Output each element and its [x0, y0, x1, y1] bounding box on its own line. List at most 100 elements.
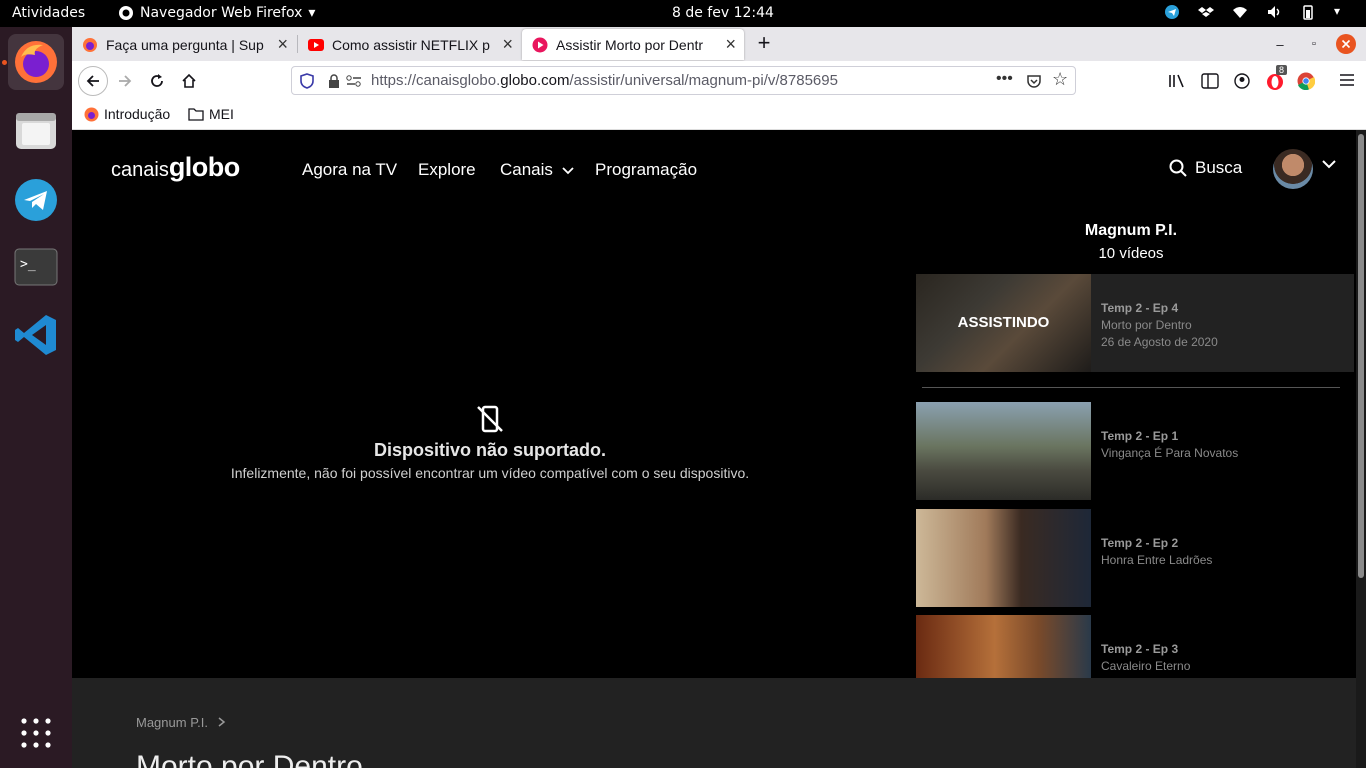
- tab-2[interactable]: Como assistir NETFLIX p ×: [298, 29, 521, 60]
- wifi-icon[interactable]: [1232, 4, 1248, 20]
- system-menu-chevron-icon[interactable]: ▾: [1334, 4, 1344, 20]
- episode-number: Temp 2 - Ep 4: [1101, 301, 1179, 315]
- canais-globo-logo[interactable]: canaisglobo: [111, 152, 240, 183]
- app-name: Navegador Web Firefox: [140, 5, 303, 21]
- minimize-button[interactable]: –: [1266, 30, 1294, 58]
- forward-button[interactable]: [111, 67, 139, 95]
- bookmark-folder-mei[interactable]: MEI: [188, 106, 234, 122]
- folder-icon: [188, 108, 204, 121]
- episode-item[interactable]: Temp 2 - Ep 2 Honra Entre Ladrões: [916, 509, 1354, 607]
- running-indicator: [2, 60, 7, 65]
- episode-title: Vingança É Para Novatos: [1101, 446, 1239, 460]
- back-button[interactable]: [78, 66, 108, 96]
- minimize-icon: –: [1276, 36, 1284, 52]
- hamburger-menu-icon[interactable]: [1340, 74, 1354, 86]
- firefox-favicon-icon: [84, 107, 99, 121]
- tab-1[interactable]: Faça uma pergunta | Sup ×: [72, 29, 296, 60]
- nav-explore[interactable]: Explore: [418, 160, 476, 180]
- page-actions-icon[interactable]: •••: [996, 70, 1013, 88]
- youtube-favicon-icon: [308, 38, 324, 51]
- firefox-favicon-icon: [83, 37, 97, 52]
- episode-title: Honra Entre Ladrões: [1101, 553, 1213, 567]
- tab-strip: Faça uma pergunta | Sup × Como assistir …: [72, 27, 1366, 61]
- tab-3-active[interactable]: Assistir Morto por Dentr ×: [522, 29, 744, 60]
- account-icon[interactable]: [1234, 73, 1250, 89]
- dock-firefox[interactable]: [8, 34, 64, 90]
- arrow-right-icon: [119, 75, 132, 87]
- episode-number: Temp 2 - Ep 1: [1101, 429, 1179, 443]
- reload-icon: [151, 74, 163, 87]
- dock-vscode[interactable]: [8, 307, 64, 363]
- episode-number: Temp 2 - Ep 3: [1101, 642, 1179, 656]
- close-icon: [1336, 34, 1356, 54]
- search-button[interactable]: Busca: [1169, 158, 1242, 178]
- page-scrollbar[interactable]: [1356, 130, 1366, 768]
- episode-item-current[interactable]: ASSISTINDO Temp 2 - Ep 4 Morto por Dentr…: [916, 274, 1354, 372]
- dropbox-tray-icon[interactable]: [1198, 4, 1214, 20]
- now-watching-label: ASSISTINDO: [957, 314, 1050, 331]
- nav-agora-na-tv[interactable]: Agora na TV: [302, 160, 397, 180]
- chrome-extension-icon[interactable]: [1297, 72, 1315, 90]
- bookmarks-toolbar: Introdução MEI: [72, 99, 1366, 130]
- bookmark-label: MEI: [209, 106, 234, 122]
- episode-details-section: Magnum P.I. Morto por Dentro: [72, 678, 1356, 768]
- globoplay-favicon-icon: [532, 37, 548, 52]
- reload-button[interactable]: [143, 67, 171, 95]
- shield-icon[interactable]: [300, 73, 314, 89]
- episode-title: Cavaleiro Eterno: [1101, 659, 1191, 673]
- avatar[interactable]: [1273, 149, 1313, 189]
- system-top-bar: Atividades Navegador Web Firefox ▾ 8 de …: [0, 0, 1366, 27]
- home-icon: [182, 73, 196, 88]
- vscode-icon: [15, 315, 56, 355]
- episode-date: 26 de Agosto de 2020: [1101, 335, 1218, 349]
- files-icon: [16, 113, 56, 149]
- navigation-toolbar: https://canaisglobo.globo.com/assistir/u…: [72, 61, 1366, 99]
- tab-title: Faça uma pergunta | Sup: [106, 36, 264, 53]
- app-menu[interactable]: Navegador Web Firefox ▾: [118, 5, 315, 21]
- pocket-icon[interactable]: [1026, 73, 1042, 89]
- permissions-icon[interactable]: [346, 75, 362, 87]
- url-text[interactable]: https://canaisglobo.globo.com/assistir/u…: [371, 72, 838, 89]
- dock-telegram[interactable]: [8, 172, 64, 228]
- dock-files[interactable]: [8, 103, 64, 159]
- close-tab-icon[interactable]: ×: [725, 34, 736, 55]
- new-tab-button[interactable]: +: [750, 29, 778, 57]
- video-player[interactable]: Dispositivo não suportado. Infelizmente,…: [72, 200, 908, 678]
- chevron-down-icon[interactable]: [1322, 160, 1336, 169]
- close-tab-icon[interactable]: ×: [277, 34, 288, 55]
- arrow-left-icon: [86, 75, 99, 87]
- close-window-button[interactable]: [1332, 30, 1360, 58]
- lock-icon[interactable]: [328, 74, 340, 88]
- activities-button[interactable]: Atividades: [12, 5, 85, 21]
- episode-number: Temp 2 - Ep 2: [1101, 536, 1179, 550]
- bookmark-star-icon[interactable]: ☆: [1052, 69, 1068, 90]
- clock[interactable]: 8 de fev 12:44: [672, 5, 774, 21]
- firefox-small-icon: [119, 6, 133, 20]
- library-icon[interactable]: [1168, 73, 1186, 89]
- episode-thumbnail: [916, 402, 1091, 500]
- episode-item[interactable]: Temp 2 - Ep 1 Vingança É Para Novatos: [916, 402, 1354, 500]
- url-bar[interactable]: https://canaisglobo.globo.com/assistir/u…: [291, 66, 1076, 95]
- firefox-icon: [15, 41, 57, 83]
- volume-icon[interactable]: [1266, 4, 1282, 20]
- web-page: canaisglobo Agora na TV Explore Canais P…: [72, 130, 1356, 768]
- playlist-title: Magnum P.I.: [1084, 222, 1178, 239]
- tab-title: Como assistir NETFLIX p: [332, 36, 490, 53]
- dock-show-apps[interactable]: [8, 705, 64, 761]
- bookmark-label: Introdução: [104, 106, 171, 122]
- playlist-count: 10 vídeos: [1098, 245, 1164, 262]
- scrollbar-thumb[interactable]: [1358, 134, 1364, 578]
- bookmark-introducao[interactable]: Introdução: [84, 106, 170, 122]
- nav-programacao[interactable]: Programação: [595, 160, 697, 180]
- breadcrumb[interactable]: Magnum P.I.: [136, 715, 226, 730]
- home-button[interactable]: [175, 67, 203, 95]
- battery-icon[interactable]: [1300, 4, 1316, 20]
- nav-canais[interactable]: Canais: [500, 160, 574, 180]
- maximize-button[interactable]: ▫: [1300, 30, 1328, 58]
- sidebar-icon[interactable]: [1201, 73, 1219, 89]
- episode-thumbnail: [916, 509, 1091, 607]
- system-tray[interactable]: ▾: [1164, 4, 1344, 20]
- telegram-tray-icon[interactable]: [1164, 4, 1180, 20]
- close-tab-icon[interactable]: ×: [502, 34, 513, 55]
- dock-terminal[interactable]: >_: [8, 239, 64, 295]
